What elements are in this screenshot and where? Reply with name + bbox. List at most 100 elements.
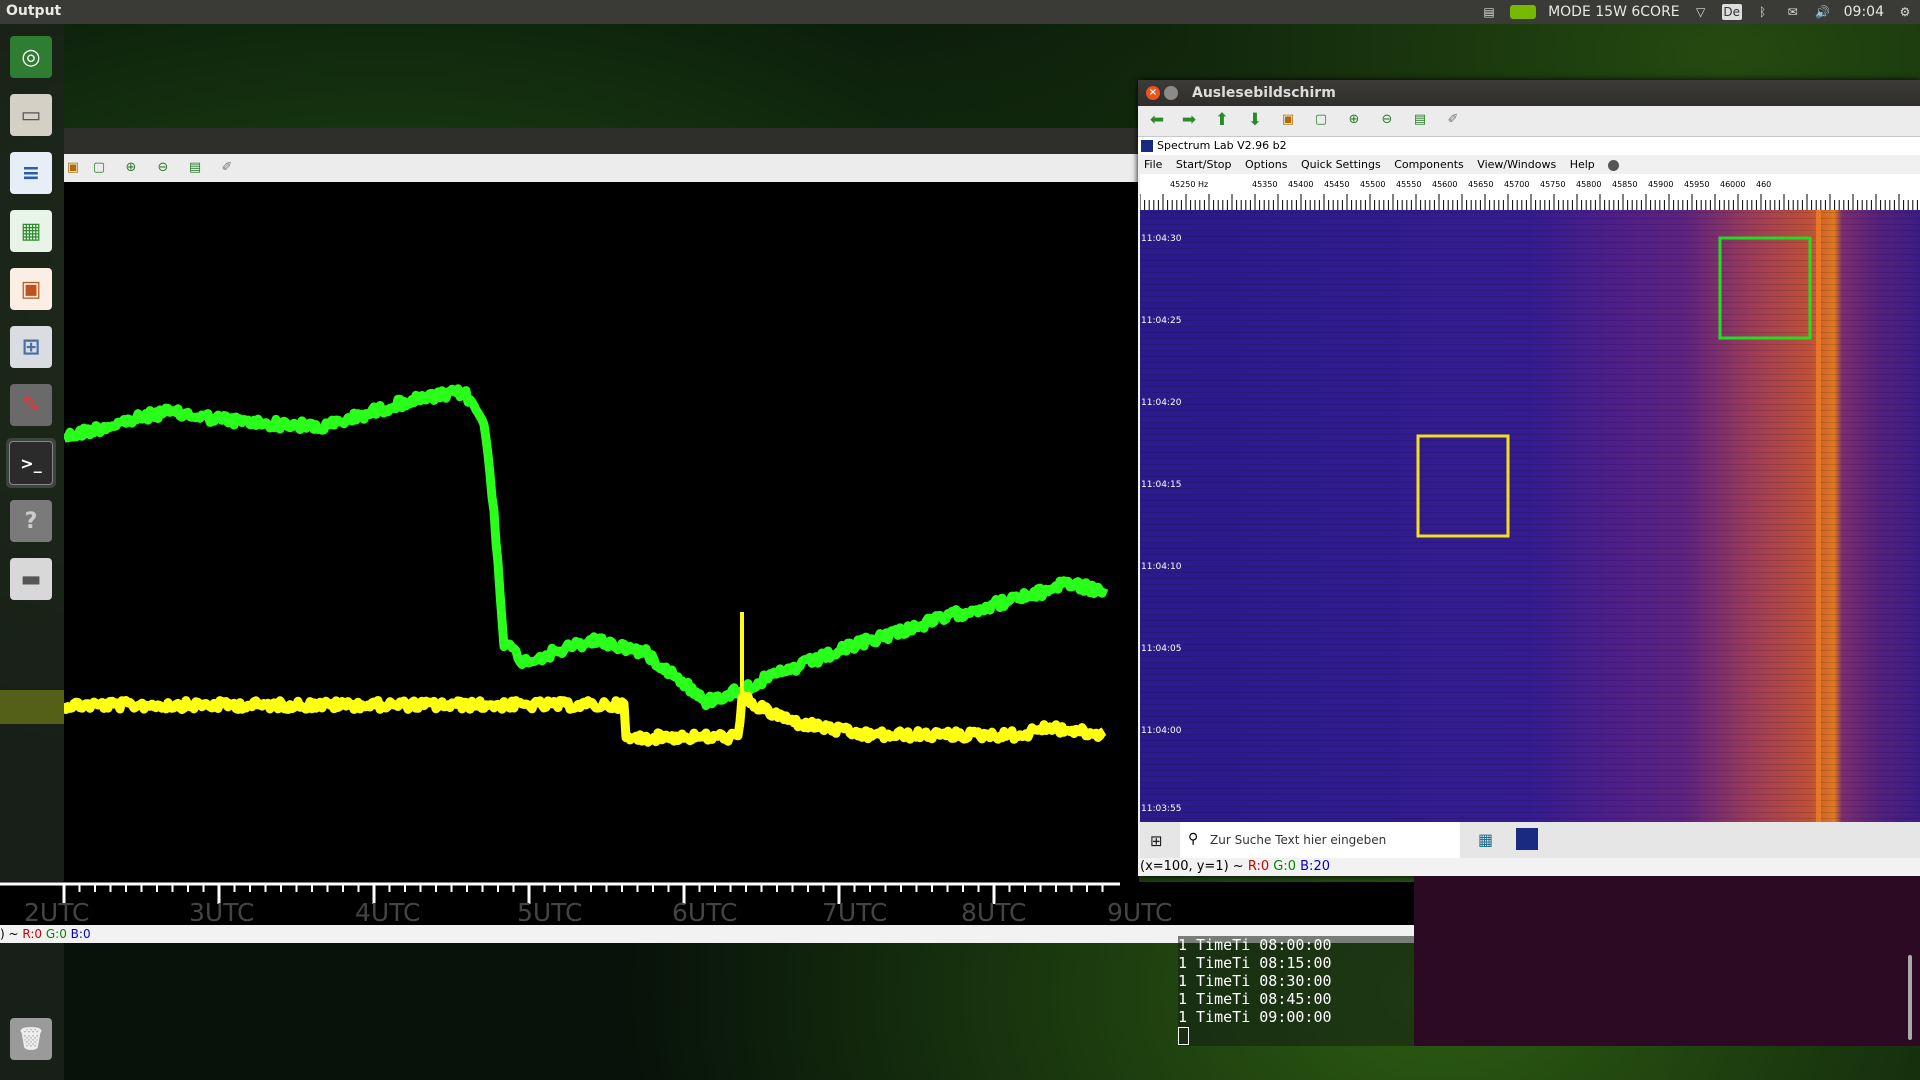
freq-label: 45800 [1576,180,1601,189]
screenshot-icon[interactable]: ▣ [64,159,82,177]
wf-time-label: 11:04:20 [1141,398,1182,408]
time-label: 3UTC [189,898,255,927]
menu-help[interactable]: Help [1570,158,1595,171]
top-panel: Output ▤ MODE 15W 6CORE ▽ De ᛒ ✉ 🔊 09:04… [0,0,1920,24]
time-axis: 2UTC 3UTC 4UTC 5UTC 6UTC 7UTC 8UTC 9UTC [0,882,1414,927]
launcher-item-settings[interactable]: ✎ [6,380,56,430]
search-placeholder: Zur Suche Text hier eingeben [1210,833,1387,847]
system-settings-icon: ✎ [10,384,52,426]
time-label: 2UTC [24,898,90,927]
save-icon[interactable]: ▤ [1411,111,1429,129]
launcher-item-files[interactable]: ▭ [6,90,56,140]
menu-file[interactable]: File [1144,158,1162,171]
volume-icon[interactable]: 🔊 [1814,4,1832,20]
launcher-item-writer[interactable]: ≡ [6,148,56,198]
search-icon: ⚲ [1188,831,1199,847]
keyboard-layout-indicator[interactable]: De [1721,4,1742,20]
spectrogram-waterfall: 11:04:30 11:04:25 11:04:20 11:04:15 11:0… [1140,210,1920,822]
terminal-line: 1 TimeTi 08:00:00 [1178,936,1332,954]
green-signal-trace [61,384,1109,711]
menu-view-windows[interactable]: View/Windows [1477,158,1556,171]
time-label: 6UTC [672,898,738,927]
app-title: Spectrum Lab V2.96 b2 [1157,139,1287,152]
spectrum-window-titlebar[interactable]: × Auslesebildschirm [1138,80,1920,106]
record-indicator-icon[interactable] [1608,159,1620,171]
status-prefix: ) ~ [0,927,23,941]
taskbar-search-box[interactable]: ⚲ Zur Suche Text hier eingeben [1180,822,1460,858]
gear-icon[interactable]: ⚙ [1896,4,1914,20]
drive-icon: ▬ [10,558,52,600]
save-icon[interactable]: ▤ [186,159,204,177]
fit-icon[interactable]: ▢ [90,159,108,177]
freq-label: 45600 [1432,180,1457,189]
writer-icon: ≡ [10,152,52,194]
clipboard-icon[interactable]: ▤ [1480,4,1498,20]
launcher-item-trash[interactable]: 🗑 [6,1014,56,1064]
terminal-output[interactable]: 1 TimeTi 08:00:00 1 TimeTi 08:15:00 1 Ti… [1178,936,1578,1045]
close-icon[interactable]: × [1146,86,1160,100]
freq-label: 45950 [1684,180,1709,189]
menu-start-stop[interactable]: Start/Stop [1176,158,1232,171]
arrow-down-icon[interactable]: ⬇ [1246,111,1264,129]
bluetooth-icon[interactable]: ᛒ [1754,4,1772,20]
power-mode-label[interactable]: MODE 15W 6CORE [1548,4,1680,20]
freq-label: 45700 [1504,180,1529,189]
spectrum-menubar: File Start/Stop Options Quick Settings C… [1138,155,1920,174]
zoom-in-icon[interactable]: ⊕ [1345,111,1363,129]
software-center-icon: ⊞ [10,326,52,368]
launcher-item-terminal[interactable]: >_ [6,438,56,488]
freq-label: 45550 [1396,180,1421,189]
zoom-out-icon[interactable]: ⊖ [1378,111,1396,129]
fit-icon[interactable]: ▢ [1312,111,1330,129]
launcher-item-calc[interactable]: ▦ [6,206,56,256]
clear-icon[interactable]: ✐ [1444,111,1462,129]
zoom-in-icon[interactable]: ⊕ [122,159,140,177]
windows-start-icon[interactable]: ⊞ [1150,832,1163,850]
wf-time-label: 11:04:00 [1141,726,1182,736]
mail-icon[interactable]: ✉ [1784,4,1802,20]
graph-window-titlebar[interactable] [64,128,1139,154]
wf-time-label: 11:04:30 [1141,234,1182,244]
yellow-signal-trace [59,691,1107,747]
menu-quick-settings[interactable]: Quick Settings [1301,158,1381,171]
wf-time-label: 11:03:55 [1141,804,1182,814]
graph-toolbar: ▣ ▢ ⊕ ⊖ ▤ ✐ [64,154,1139,183]
launcher-item-impress[interactable]: ▣ [6,264,56,314]
minimize-icon[interactable] [1164,86,1178,100]
launcher-item-software[interactable]: ⊞ [6,322,56,372]
spectrum-status-bar: (x=100, y=1) ~ R:0 G:0 B:20 [1138,858,1920,876]
wifi-icon[interactable]: ▽ [1692,4,1710,20]
clear-icon[interactable]: ✐ [218,159,236,177]
freq-label: 45750 [1540,180,1565,189]
time-label: 9UTC [1107,898,1173,927]
screenshot-icon[interactable]: ▣ [1279,111,1297,129]
calc-icon: ▦ [10,210,52,252]
spectrogram-bg [1140,210,1920,822]
launcher-item-help[interactable]: ? [6,496,56,546]
nvidia-icon[interactable] [1510,5,1537,19]
spectrum-lab-taskbar-icon[interactable] [1516,828,1538,850]
menu-components[interactable]: Components [1394,158,1464,171]
arrow-up-icon[interactable]: ⬆ [1213,111,1231,129]
terminal-scrollbar[interactable] [1908,955,1912,1040]
terminal-line: 1 TimeTi 09:00:00 [1178,1008,1332,1026]
calculator-icon[interactable]: ▦ [1478,830,1493,849]
active-window-title: Output [6,3,62,19]
window-title: Auslesebildschirm [1192,85,1336,101]
status-blue: B:0 [70,927,91,941]
clock[interactable]: 09:04 [1844,4,1884,20]
arrow-left-icon[interactable]: ⬅ [1148,111,1166,129]
zoom-out-icon[interactable]: ⊖ [154,159,172,177]
launcher-item-drive[interactable]: ▬ [6,554,56,604]
terminal-line: 1 TimeTi 08:15:00 [1178,954,1332,972]
file-manager-icon: ▭ [10,94,52,136]
signal-plot [59,182,1139,882]
launcher-item-dash[interactable]: ◎ [6,32,56,82]
freq-label: 45350 [1252,180,1277,189]
windows-taskbar: ⊞ ⚲ Zur Suche Text hier eingeben ▦ [1140,822,1920,858]
time-label: 8UTC [961,898,1027,927]
menu-options[interactable]: Options [1245,158,1287,171]
arrow-right-icon[interactable]: ➡ [1180,111,1198,129]
wf-time-label: 11:04:15 [1141,480,1182,490]
freq-label: 45850 [1612,180,1637,189]
